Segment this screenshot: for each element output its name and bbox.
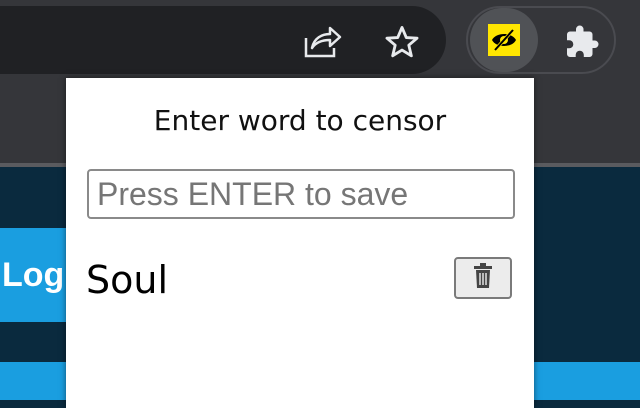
censor-extension-button[interactable]: [470, 8, 538, 72]
share-icon[interactable]: [300, 20, 344, 64]
page-banner-left: [0, 362, 66, 400]
page-banner-right: [534, 362, 640, 400]
popup-title: Enter word to censor: [153, 104, 447, 137]
censored-word: Soul: [86, 258, 169, 302]
login-label: Log: [2, 255, 65, 294]
censor-popup: Enter word to censor Soul: [66, 78, 534, 408]
trash-icon: [473, 262, 493, 294]
delete-word-button[interactable]: [454, 257, 512, 299]
puzzle-icon[interactable]: [560, 20, 604, 64]
censor-word-input[interactable]: [87, 169, 515, 219]
browser-toolbar: [0, 0, 640, 84]
login-button[interactable]: Log: [0, 228, 66, 322]
eye-slash-icon: [488, 24, 520, 56]
star-icon[interactable]: [380, 20, 424, 64]
